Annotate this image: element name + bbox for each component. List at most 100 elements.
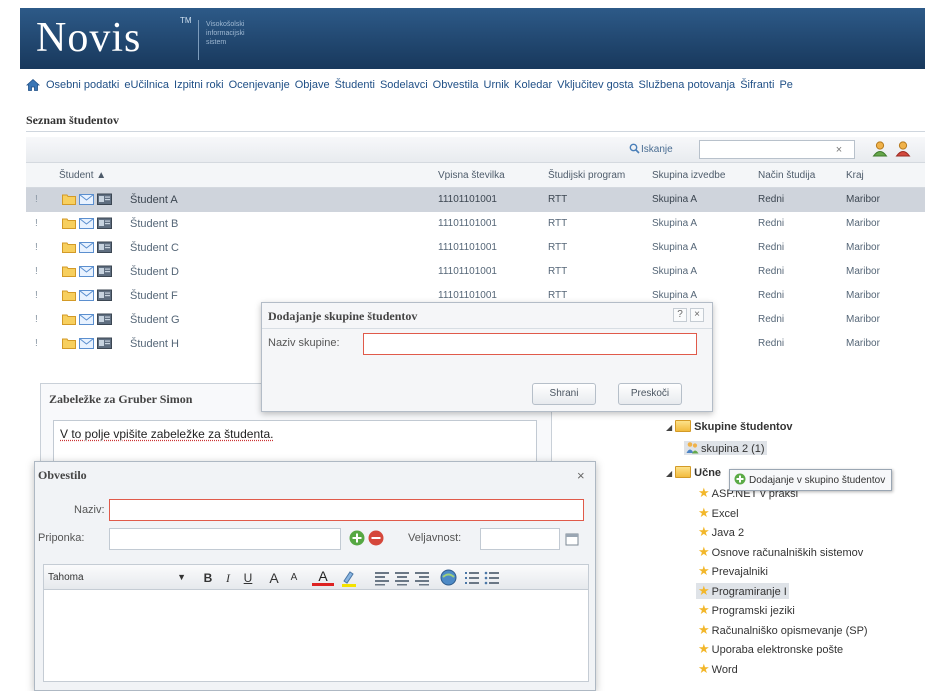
mail-icon[interactable] <box>79 193 94 205</box>
font-select[interactable]: Tahoma ▼ <box>48 569 188 586</box>
folder-icon[interactable] <box>62 313 76 325</box>
italic-button[interactable]: I <box>220 569 236 587</box>
nav-sluzbena-potovanja[interactable]: Službena potovanja <box>639 79 736 91</box>
mail-icon[interactable] <box>79 313 94 325</box>
save-button[interactable]: Shrani <box>532 383 596 405</box>
bullet-list-icon[interactable] <box>484 570 500 586</box>
id-card-icon[interactable] <box>97 337 112 349</box>
student-name[interactable]: Študent G <box>130 314 180 326</box>
student-name[interactable]: Študent B <box>130 218 178 230</box>
folder-icon[interactable] <box>62 217 76 229</box>
numbered-list-icon[interactable] <box>464 570 480 586</box>
tree-item-course[interactable]: ★ Programiranje I <box>696 583 789 599</box>
mail-icon[interactable] <box>79 265 94 277</box>
tree-item-course[interactable]: ★ Prevajalniki <box>696 563 770 579</box>
highlight-icon[interactable] <box>340 569 362 587</box>
mail-icon[interactable] <box>79 241 94 253</box>
align-right-icon[interactable] <box>414 570 430 586</box>
folder-icon[interactable] <box>62 241 76 253</box>
remove-attachment-icon[interactable] <box>368 530 384 546</box>
close-button[interactable]: × <box>690 308 704 322</box>
id-card-icon[interactable] <box>97 265 112 277</box>
id-card-icon[interactable] <box>97 289 112 301</box>
nav-sifranti[interactable]: Šifranti <box>740 79 774 91</box>
mail-icon[interactable] <box>79 217 94 229</box>
remove-user-icon[interactable] <box>894 140 912 158</box>
table-row[interactable]: ! Študent B 11101101001 RTT Skupina A Redni M… <box>26 212 925 236</box>
tree-item-group[interactable]: skupina 2 (1) <box>684 441 767 455</box>
nav-obvestila[interactable]: Obvestila <box>433 79 479 91</box>
nav-ocenjevanje[interactable]: Ocenjevanje <box>229 79 290 91</box>
tree-item-course[interactable]: ★ Excel <box>696 505 741 521</box>
bold-button[interactable]: B <box>200 569 216 587</box>
tree-item-course[interactable]: ★ Uporaba elektronske pošte <box>696 641 845 657</box>
home-icon[interactable] <box>26 78 40 92</box>
col-student[interactable]: Študent ▲ <box>59 170 106 181</box>
tree-folder-ucne[interactable]: ◢ Učne <box>666 466 721 479</box>
nav-eucilnica[interactable]: eUčilnica <box>124 79 169 91</box>
folder-icon[interactable] <box>62 265 76 277</box>
mail-icon[interactable] <box>79 337 94 349</box>
folder-icon[interactable] <box>62 193 76 205</box>
add-user-icon[interactable] <box>871 140 889 158</box>
nav-izpitni-roki[interactable]: Izpitni roki <box>174 79 224 91</box>
col-kraj[interactable]: Kraj <box>846 170 864 181</box>
veljavnost-input[interactable] <box>480 528 560 550</box>
id-card-icon[interactable] <box>97 217 112 229</box>
grow-font-button[interactable]: A <box>266 569 282 587</box>
nav-sodelavci[interactable]: Sodelavci <box>380 79 428 91</box>
expand-arrow-icon[interactable]: ◢ <box>666 423 672 432</box>
nav-more[interactable]: Pe <box>779 79 792 91</box>
id-card-icon[interactable] <box>97 193 112 205</box>
group-name-input[interactable] <box>363 333 697 355</box>
id-card-icon[interactable] <box>97 241 112 253</box>
student-name[interactable]: Študent D <box>130 266 179 278</box>
editor-body[interactable] <box>43 590 589 682</box>
cell-vpisna: 11101101001 <box>438 242 497 253</box>
nav-koledar[interactable]: Koledar <box>514 79 552 91</box>
add-attachment-icon[interactable] <box>349 530 365 546</box>
tree-item-course[interactable]: ★ Java 2 <box>696 524 746 540</box>
student-name[interactable]: Študent C <box>130 242 179 254</box>
nav-osebni-podatki[interactable]: Osebni podatki <box>46 79 119 91</box>
align-left-icon[interactable] <box>374 570 390 586</box>
folder-icon[interactable] <box>62 289 76 301</box>
col-vpisna[interactable]: Vpisna številka <box>438 170 505 181</box>
col-nacin[interactable]: Način študija <box>758 170 815 181</box>
cell-skupina: Skupina A <box>652 290 697 301</box>
nav-vkljucitev-gosta[interactable]: Vključitev gosta <box>557 79 633 91</box>
id-card-icon[interactable] <box>97 313 112 325</box>
priponka-input[interactable] <box>109 528 341 550</box>
nav-studenti[interactable]: Študenti <box>335 79 375 91</box>
nav-urnik[interactable]: Urnik <box>484 79 510 91</box>
student-name[interactable]: Študent F <box>130 290 178 302</box>
search-clear-button[interactable]: × <box>832 143 846 157</box>
font-color-button[interactable]: A <box>312 569 334 586</box>
tree-folder-groups[interactable]: ◢ Skupine študentov <box>666 420 793 433</box>
naziv-input[interactable] <box>109 499 584 521</box>
shrink-font-button[interactable]: A <box>286 569 302 587</box>
align-center-icon[interactable] <box>394 570 410 586</box>
mail-icon[interactable] <box>79 289 94 301</box>
table-row[interactable]: ! Študent D 11101101001 RTT Skupina A Redni M… <box>26 260 925 284</box>
insert-link-icon[interactable] <box>440 569 457 586</box>
help-button[interactable]: ? <box>673 308 687 322</box>
table-row[interactable]: ! Študent A 11101101001 RTT Skupina A Redni M… <box>26 188 925 212</box>
nav-objave[interactable]: Objave <box>295 79 330 91</box>
underline-button[interactable]: U <box>240 569 256 587</box>
table-row[interactable]: ! Študent C 11101101001 RTT Skupina A Redni M… <box>26 236 925 260</box>
notes-textarea[interactable]: V to polje vpišite zabeležke za študenta… <box>53 420 537 464</box>
tree-item-course[interactable]: ★ Računalniško opismevanje (SP) <box>696 622 870 638</box>
tree-item-course[interactable]: ★ Osnove računalniških sistemov <box>696 544 865 560</box>
tree-item-course[interactable]: ★ Programski jeziki <box>696 602 797 618</box>
student-name[interactable]: Študent H <box>130 338 179 350</box>
col-program[interactable]: Študijski program <box>548 170 625 181</box>
student-name[interactable]: Študent A <box>130 194 178 206</box>
expand-arrow-icon[interactable]: ◢ <box>666 469 672 478</box>
folder-icon[interactable] <box>62 337 76 349</box>
calendar-icon[interactable] <box>565 532 579 546</box>
skip-button[interactable]: Preskoči <box>618 383 682 405</box>
close-button[interactable]: × <box>577 468 585 483</box>
col-skupina[interactable]: Skupina izvedbe <box>652 170 725 181</box>
tree-item-course[interactable]: ★ Word <box>696 661 740 677</box>
